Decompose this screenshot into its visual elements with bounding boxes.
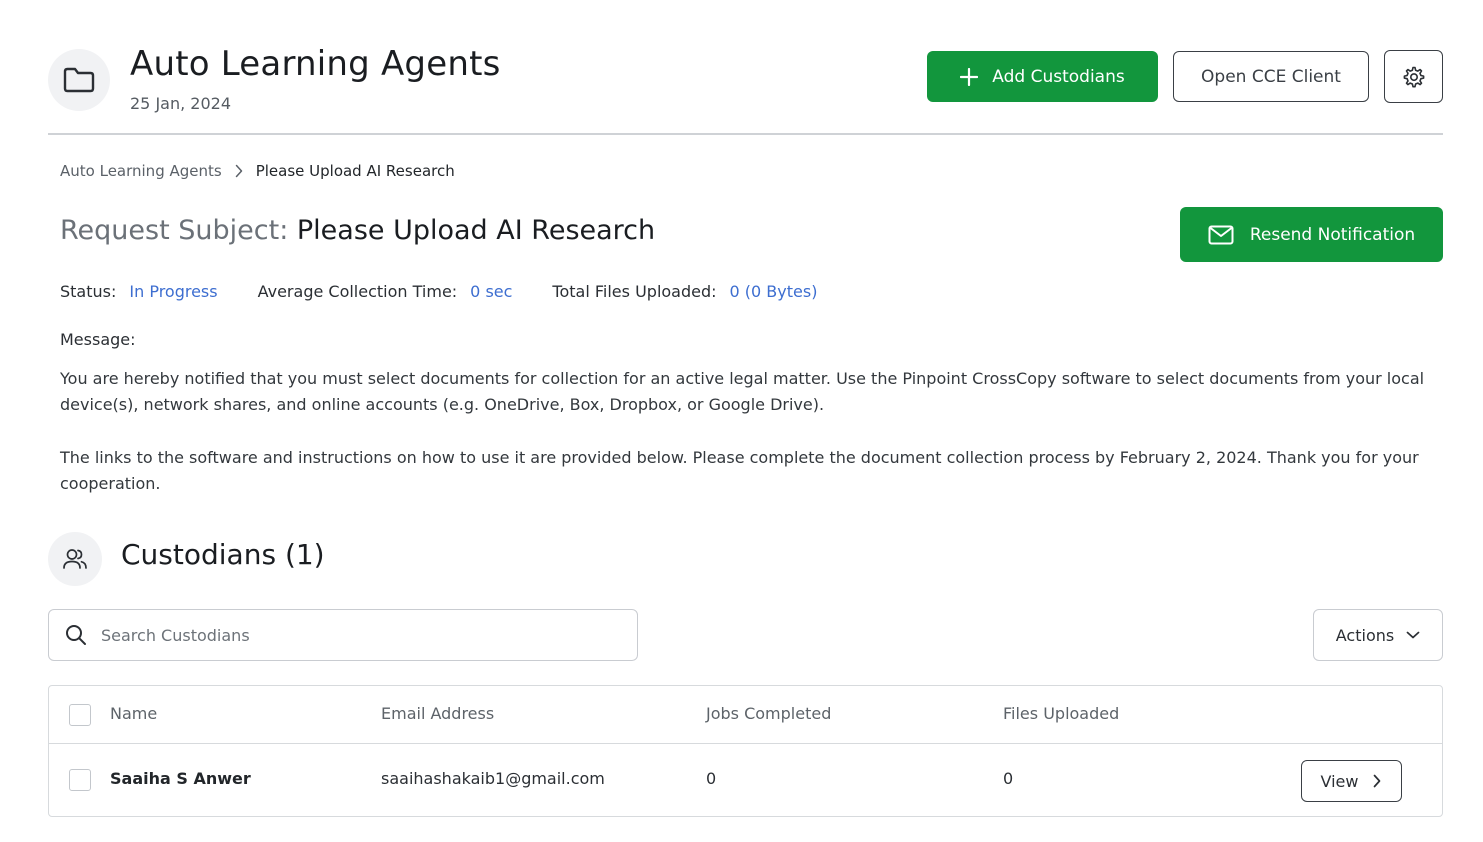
header-divider: [48, 133, 1443, 135]
status-label: Status:: [60, 282, 117, 301]
status-value: In Progress: [129, 282, 218, 301]
envelope-icon: [1208, 225, 1234, 245]
open-cce-client-button[interactable]: Open CCE Client: [1173, 51, 1369, 102]
select-all-checkbox[interactable]: [69, 704, 91, 726]
actions-label: Actions: [1335, 625, 1395, 645]
view-button[interactable]: View: [1301, 760, 1402, 802]
avg-collection-time-label: Average Collection Time:: [257, 282, 458, 301]
total-files-value: 0 (0 Bytes): [729, 282, 818, 301]
request-subject: Request Subject: Please Upload AI Resear…: [60, 215, 655, 246]
breadcrumb: Auto Learning Agents Please Upload AI Re…: [60, 162, 455, 180]
custodian-name: Saaiha S Anwer: [110, 769, 251, 788]
page-title: Auto Learning Agents: [130, 44, 501, 84]
table-header: Name Email Address Jobs Completed Files …: [49, 686, 1442, 744]
chevron-right-icon: [234, 164, 244, 178]
search-icon: [65, 624, 87, 646]
message-paragraph: The links to the software and instructio…: [60, 448, 1419, 493]
column-header-jobs-completed[interactable]: Jobs Completed: [706, 704, 831, 723]
custodian-search: [48, 609, 638, 661]
page-header: Auto Learning Agents 25 Jan, 2024 Add Cu…: [48, 44, 1443, 134]
chevron-right-icon: [1372, 774, 1382, 788]
actions-dropdown[interactable]: Actions: [1313, 609, 1443, 661]
request-stats: Status: In Progress Average Collection T…: [60, 282, 817, 301]
row-checkbox[interactable]: [69, 769, 91, 791]
column-header-email[interactable]: Email Address: [381, 704, 494, 723]
custodians-title: Custodians (1): [121, 538, 325, 571]
custodian-jobs-completed: 0: [706, 769, 717, 788]
avg-collection-time-value: 0 sec: [470, 282, 513, 301]
column-header-files-uploaded[interactable]: Files Uploaded: [1003, 704, 1119, 723]
message-paragraph: You are hereby notified that you must se…: [60, 369, 1425, 414]
search-input[interactable]: [99, 624, 599, 646]
add-custodians-button[interactable]: Add Custodians: [927, 51, 1158, 102]
chevron-down-icon: [1406, 630, 1420, 640]
plus-icon: [960, 67, 979, 86]
page-date: 25 Jan, 2024: [130, 94, 231, 113]
column-header-name[interactable]: Name: [110, 704, 157, 723]
settings-button[interactable]: [1384, 50, 1443, 103]
custodian-email: saaihashakaib1@gmail.com: [381, 769, 605, 788]
view-label: View: [1320, 771, 1359, 791]
request-subject-value: Please Upload AI Research: [296, 215, 656, 246]
message-label: Message:: [60, 330, 136, 349]
folder-icon: [48, 49, 110, 111]
custodian-files-uploaded: 0: [1003, 769, 1014, 788]
request-subject-label: Request Subject:: [60, 215, 289, 246]
users-icon: [48, 532, 102, 586]
resend-notification-label: Resend Notification: [1249, 224, 1416, 245]
breadcrumb-current: Please Upload AI Research: [255, 162, 455, 180]
add-custodians-label: Add Custodians: [992, 66, 1125, 87]
resend-notification-button[interactable]: Resend Notification: [1180, 207, 1443, 262]
table-row: Saaiha S Anwer saaihashakaib1@gmail.com …: [49, 744, 1442, 816]
custodians-table: Name Email Address Jobs Completed Files …: [48, 685, 1443, 817]
total-files-label: Total Files Uploaded:: [552, 282, 717, 301]
gear-icon: [1402, 65, 1426, 89]
breadcrumb-parent-link[interactable]: Auto Learning Agents: [60, 162, 222, 180]
